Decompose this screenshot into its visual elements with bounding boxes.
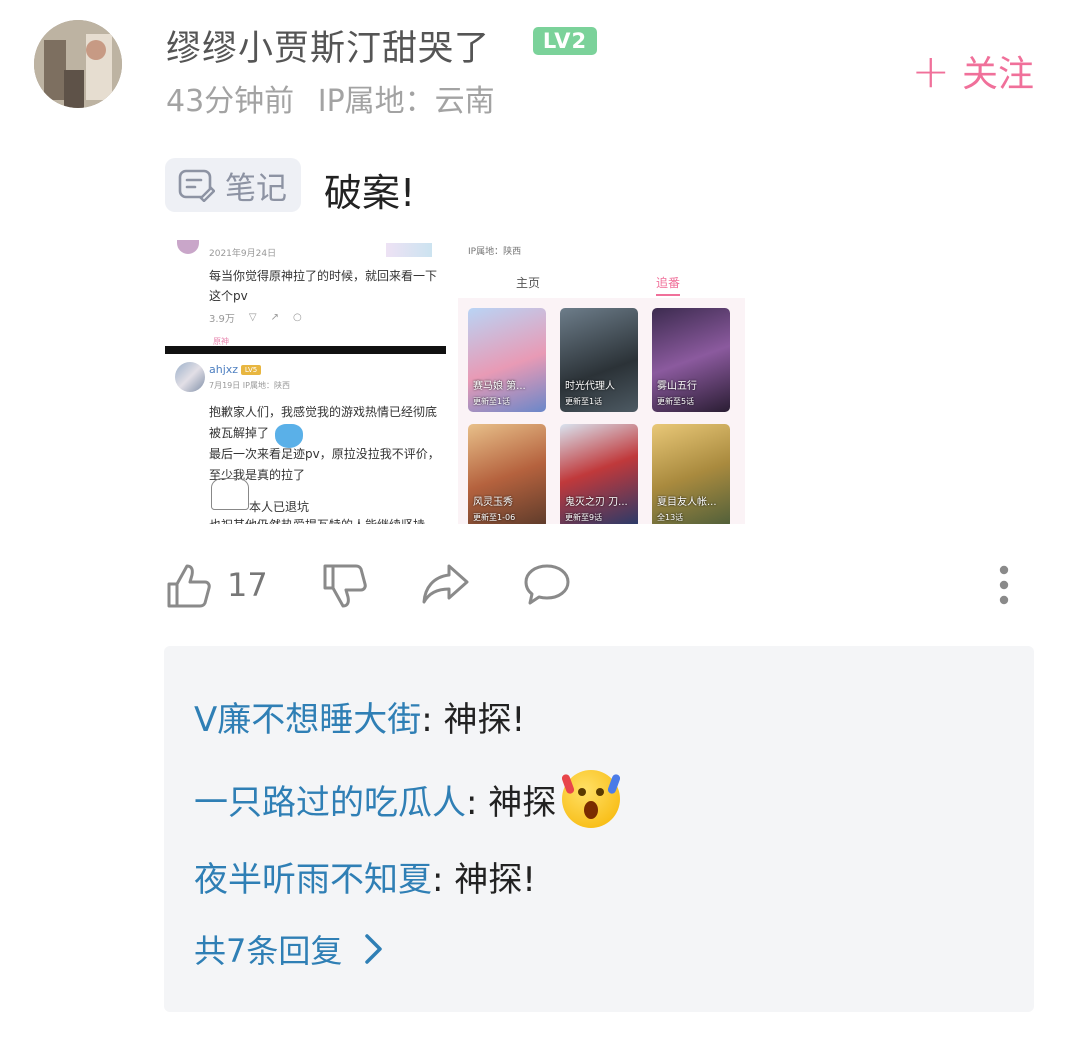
shot-text-2a: 抱歉家人们，我感觉我的游戏热情已经彻底被瓦解掉了 (209, 405, 438, 440)
note-tag-label: 笔记 (225, 170, 287, 207)
doodle-sticker (211, 478, 249, 510)
note-tag[interactable]: 笔记 (165, 158, 301, 212)
anime-grid: 赛马娘 第... 更新至1话 时光代理人 更新至1话 雾山五行 更新至5话 风灵… (458, 298, 745, 524)
reply-username[interactable]: 夜半听雨不知夏 (194, 852, 432, 901)
thumbs-down-icon[interactable] (321, 562, 369, 610)
shot-dislike-icon: ▽ (248, 312, 257, 323)
like-count: 17 (227, 566, 268, 604)
reply-text: : 神探! (421, 700, 526, 740)
time-ago: 43分钟前 (166, 84, 295, 119)
anime-card: 夏目友人帐... 全13话 (652, 424, 730, 524)
anime-title: 鬼灭之刃 刀... (565, 497, 628, 508)
comment-icon[interactable] (523, 562, 571, 608)
screenshot-right: IP属地：陕西 主页 追番 赛马娘 第... 更新至1话 时光代理人 更新至1话… (458, 238, 745, 524)
shot-level-badge: LV5 (241, 365, 261, 375)
follow-button[interactable]: + 关注 (911, 45, 1034, 97)
avatar-small (177, 240, 199, 254)
avatar-small-2 (175, 362, 205, 392)
reply-text: : 神探! (432, 860, 536, 900)
shot-actions: 3.9万 ▽ ↗ ○ (209, 310, 302, 325)
action-bar: 17 (165, 558, 1033, 612)
level-badge: LV2 (533, 27, 597, 55)
anime-update: 更新至5话 (657, 397, 695, 406)
shot-user-meta: 7月19日 IP属地：陕西 (209, 381, 290, 390)
shot-tab-home: 主页 (516, 276, 541, 290)
plus-icon: + (911, 44, 950, 98)
anime-title: 风灵玉秀 (473, 497, 513, 508)
more-replies-label: 共7条回复 (194, 932, 343, 970)
shot-tab-underline (656, 294, 680, 296)
note-icon (178, 169, 215, 202)
reply-item[interactable]: 一只路过的吃瓜人 : 神探 (194, 770, 621, 828)
reply-username[interactable]: 一只路过的吃瓜人 (194, 775, 466, 824)
shot-text-4: 也祝其他仍然热爱提瓦特的人能继续坚持 (209, 516, 425, 524)
reply-item[interactable]: 夜半听雨不知夏 : 神探! (194, 852, 536, 901)
anime-card: 雾山五行 更新至5话 (652, 308, 730, 412)
anime-card: 鬼灭之刃 刀... 更新至9话 (560, 424, 638, 524)
anime-card: 时光代理人 更新至1话 (560, 308, 638, 412)
shot-text-3: 本人已退坑 (249, 500, 310, 514)
anime-update: 更新至1-06 (473, 513, 516, 522)
shocked-face-emoji-icon (562, 770, 621, 828)
anime-update: 更新至1话 (473, 397, 511, 406)
thumbs-up-icon[interactable] (165, 562, 213, 610)
anime-card: 赛马娘 第... 更新至1话 (468, 308, 546, 412)
anime-update: 更新至1话 (565, 397, 603, 406)
shot-date: 2021年9月24日 (209, 249, 277, 259)
replies-section: V廉不想睡大街 : 神探! 一只路过的吃瓜人 : 神探 夜半听雨不知夏 : 神探… (164, 646, 1034, 1012)
shot-likes: 3.9万 (209, 314, 235, 325)
watermark-sticker (386, 243, 432, 257)
view-all-replies-link[interactable]: 共7条回复 (194, 926, 388, 972)
anime-title: 时光代理人 (565, 381, 615, 392)
anime-update: 更新至9话 (565, 513, 603, 522)
ip-location: IP属地：云南 (317, 84, 495, 119)
reply-username[interactable]: V廉不想睡大街 (194, 692, 421, 741)
screenshot-left: 2021年9月24日 每当你觉得原神拉了的时候，就回来看一下这个pv 3.9万 … (165, 238, 446, 524)
follow-label: 关注 (961, 54, 1034, 95)
avatar[interactable] (34, 20, 122, 108)
shot-tab-follow: 追番 (656, 276, 681, 290)
shot-username: ahjxz (209, 363, 239, 376)
shot-text-1: 每当你觉得原神拉了的时候，就回来看一下这个pv (209, 269, 438, 303)
post-image[interactable]: 2021年9月24日 每当你觉得原神拉了的时候，就回来看一下这个pv 3.9万 … (165, 238, 745, 524)
post-meta: 43分钟前 IP属地：云南 (166, 76, 495, 120)
chevron-right-icon (365, 934, 383, 964)
anime-title: 赛马娘 第... (473, 381, 526, 392)
anime-update: 全13话 (657, 513, 684, 522)
reply-text: : 神探 (466, 782, 557, 823)
shot-share-icon: ↗ (270, 312, 279, 323)
shot-comment-icon: ○ (293, 312, 302, 323)
anime-title: 夏目友人帐... (657, 497, 717, 508)
post-title: 破案! (324, 171, 416, 215)
reply-item[interactable]: V廉不想睡大街 : 神探! (194, 692, 525, 741)
username[interactable]: 缪缪小贾斯汀甜哭了 (166, 20, 490, 71)
divider-bar (165, 346, 446, 354)
share-icon[interactable] (421, 562, 471, 606)
shot-text-2: 抱歉家人们，我感觉我的游戏热情已经彻底被瓦解掉了 最后一次来看足迹pv，原拉没拉… (209, 402, 445, 486)
more-options-icon[interactable] (997, 564, 1011, 606)
anime-title: 雾山五行 (657, 381, 697, 392)
anime-card: 风灵玉秀 更新至1-06 (468, 424, 546, 524)
shot-ip: IP属地：陕西 (468, 247, 522, 257)
mascot-sticker (275, 424, 303, 448)
